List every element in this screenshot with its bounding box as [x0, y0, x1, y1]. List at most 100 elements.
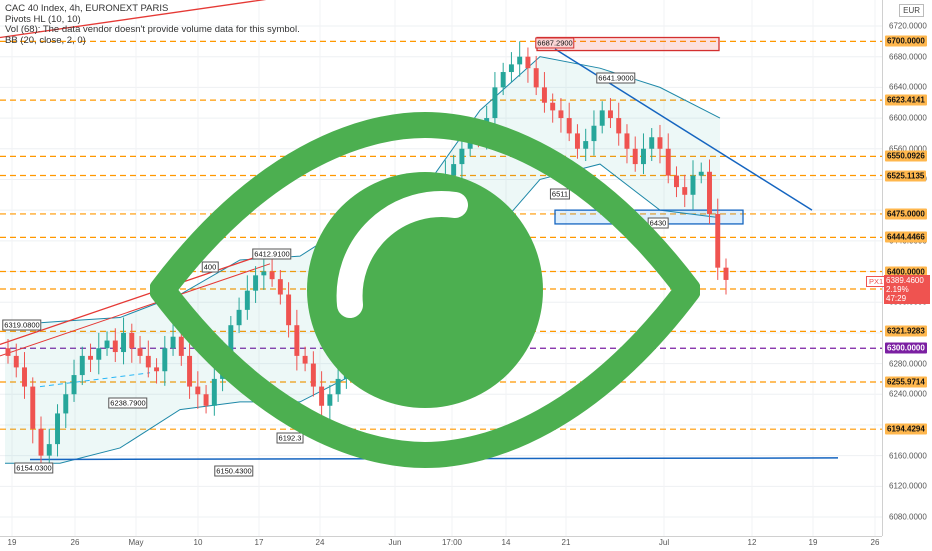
- y-tick-label: 6160.0000: [889, 451, 927, 461]
- candle-body: [71, 375, 77, 395]
- candle-body: [302, 355, 308, 364]
- candle-body: [195, 386, 201, 395]
- pivot-label: 6154.0300: [14, 462, 54, 474]
- candle-body: [211, 378, 217, 406]
- candle-body: [632, 148, 638, 165]
- candle-body: [145, 355, 151, 368]
- x-tick-label: 14: [501, 538, 511, 547]
- candle-body: [294, 325, 300, 356]
- candle-body: [690, 175, 696, 195]
- x-tick-label: 19: [7, 538, 17, 547]
- pivot-label: 6238.7900: [108, 397, 148, 409]
- candle-body: [508, 64, 514, 73]
- last-price-box: 6389.4600 2.19% 47:29: [884, 275, 930, 304]
- candle-body: [112, 340, 118, 353]
- candle-body: [203, 394, 209, 406]
- candle-body: [459, 148, 465, 165]
- candle-body: [500, 72, 506, 88]
- x-tick-label: 10: [193, 538, 203, 547]
- candle-body: [286, 294, 292, 326]
- level-tag: 6550.0926: [885, 150, 927, 162]
- x-tick-label: 21: [561, 538, 571, 547]
- candle-body: [649, 137, 655, 149]
- candle-body: [38, 428, 44, 456]
- y-tick-label: 6280.0000: [889, 359, 927, 369]
- candle-body: [409, 221, 415, 241]
- candle-body: [220, 355, 226, 379]
- candle-body: [723, 267, 729, 280]
- candle-body: [467, 133, 473, 149]
- level-tag: 6300.0000: [885, 342, 927, 354]
- candle-body: [665, 148, 671, 176]
- candle-body: [352, 340, 358, 356]
- currency-badge[interactable]: EUR: [899, 4, 924, 17]
- x-tick-label: May: [128, 538, 144, 547]
- candle-body: [170, 336, 176, 349]
- candle-body: [558, 110, 564, 119]
- candle-body: [228, 325, 234, 356]
- legend-bollinger: BB (20, close, 2, 0): [5, 34, 86, 46]
- candle-body: [236, 309, 242, 326]
- candle-body: [442, 175, 448, 191]
- candle-body: [13, 355, 19, 368]
- candle-body: [393, 256, 399, 272]
- chart-legend: CAC 40 Index, 4h, EURONEXT PARIS Pivots …: [5, 3, 300, 46]
- candle-body: [30, 386, 36, 429]
- candle-body: [104, 340, 110, 349]
- level-tag: 6623.4141: [885, 94, 927, 106]
- candle-body: [121, 332, 127, 353]
- candle-body: [640, 148, 646, 165]
- pivot-label: 6192.3: [276, 432, 304, 444]
- candle-body: [46, 444, 52, 456]
- candle-body: [162, 348, 168, 372]
- candle-body: [187, 355, 193, 387]
- x-tick-label: 24: [315, 538, 325, 547]
- candle-body: [426, 187, 432, 203]
- candle-body: [368, 302, 374, 318]
- pivot-label: 400: [201, 261, 219, 273]
- y-tick-label: 6640.0000: [889, 82, 927, 92]
- candle-body: [310, 363, 316, 387]
- chart-canvas[interactable]: [0, 0, 882, 536]
- candle-body: [607, 110, 613, 119]
- support-line: [29, 457, 839, 461]
- candle-body: [533, 68, 539, 88]
- candle-body: [484, 118, 490, 138]
- candle-body: [599, 110, 605, 126]
- candle-body: [574, 133, 580, 149]
- candle-body: [541, 87, 547, 103]
- candle-body: [591, 125, 597, 142]
- y-tick-label: 6720.0000: [889, 21, 927, 31]
- candle-body: [566, 118, 572, 134]
- last-price: 6389.4600: [886, 276, 924, 285]
- x-tick-label: 26: [70, 538, 80, 547]
- candle-body: [418, 202, 424, 222]
- pivot-label: 6319.0800: [2, 319, 42, 331]
- candle-body: [244, 290, 250, 310]
- candle-body: [96, 348, 102, 360]
- price-change: 2.19%: [886, 285, 909, 294]
- level-tag: 6255.9714: [885, 376, 927, 388]
- y-tick-label: 6600.0000: [889, 113, 927, 123]
- candle-body: [63, 394, 69, 414]
- level-tag: 6525.1135: [885, 170, 927, 181]
- candle-body: [360, 317, 366, 341]
- candle-body: [277, 279, 283, 295]
- legend-title: CAC 40 Index, 4h, EURONEXT PARIS: [5, 3, 169, 14]
- x-tick-label: Jun: [388, 538, 402, 547]
- candle-body: [583, 141, 589, 149]
- y-tick-label: 6120.0000: [889, 481, 927, 491]
- x-tick-label: 17:00: [441, 538, 463, 547]
- y-tick-label: 6240.0000: [889, 389, 927, 399]
- level-tag: 6321.9283: [885, 325, 927, 337]
- candle-body: [385, 271, 391, 287]
- pivot-label: 6150.4300: [214, 465, 254, 477]
- candle-body: [22, 367, 27, 387]
- legend-volume: Vol (68): The data vendor doesn't provid…: [5, 24, 300, 35]
- y-tick-label: 6080.0000: [889, 512, 927, 522]
- candle-body: [319, 386, 325, 406]
- candle-body: [525, 56, 531, 69]
- candle-body: [327, 394, 333, 406]
- candle-body: [451, 164, 457, 176]
- candle-body: [434, 187, 440, 191]
